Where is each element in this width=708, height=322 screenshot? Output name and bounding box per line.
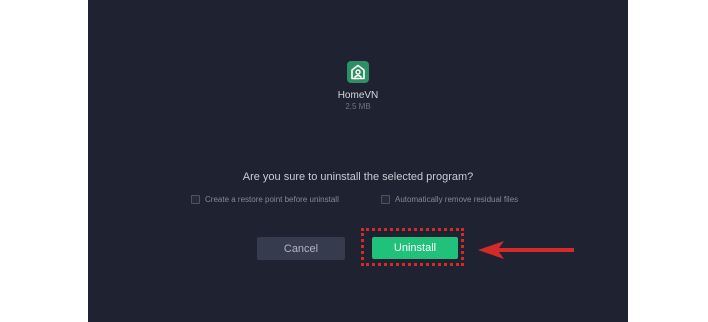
annotation-highlight-box bbox=[361, 228, 464, 266]
restore-point-checkbox[interactable] bbox=[191, 195, 200, 204]
app-house-icon bbox=[347, 61, 369, 83]
restore-point-label: Create a restore point before uninstall bbox=[205, 195, 339, 204]
uninstall-dialog bbox=[88, 0, 628, 322]
remove-residual-checkbox[interactable] bbox=[381, 195, 390, 204]
annotation-arrow-icon bbox=[478, 241, 574, 259]
app-size: 2.5 MB bbox=[345, 102, 371, 111]
remove-residual-option[interactable]: Automatically remove residual files bbox=[381, 195, 518, 204]
app-name: HomeVN bbox=[337, 90, 379, 101]
cancel-button[interactable]: Cancel bbox=[257, 237, 345, 260]
confirm-question: Are you sure to uninstall the selected p… bbox=[242, 171, 474, 183]
remove-residual-label: Automatically remove residual files bbox=[395, 195, 519, 204]
restore-point-option[interactable]: Create a restore point before uninstall bbox=[191, 195, 339, 204]
